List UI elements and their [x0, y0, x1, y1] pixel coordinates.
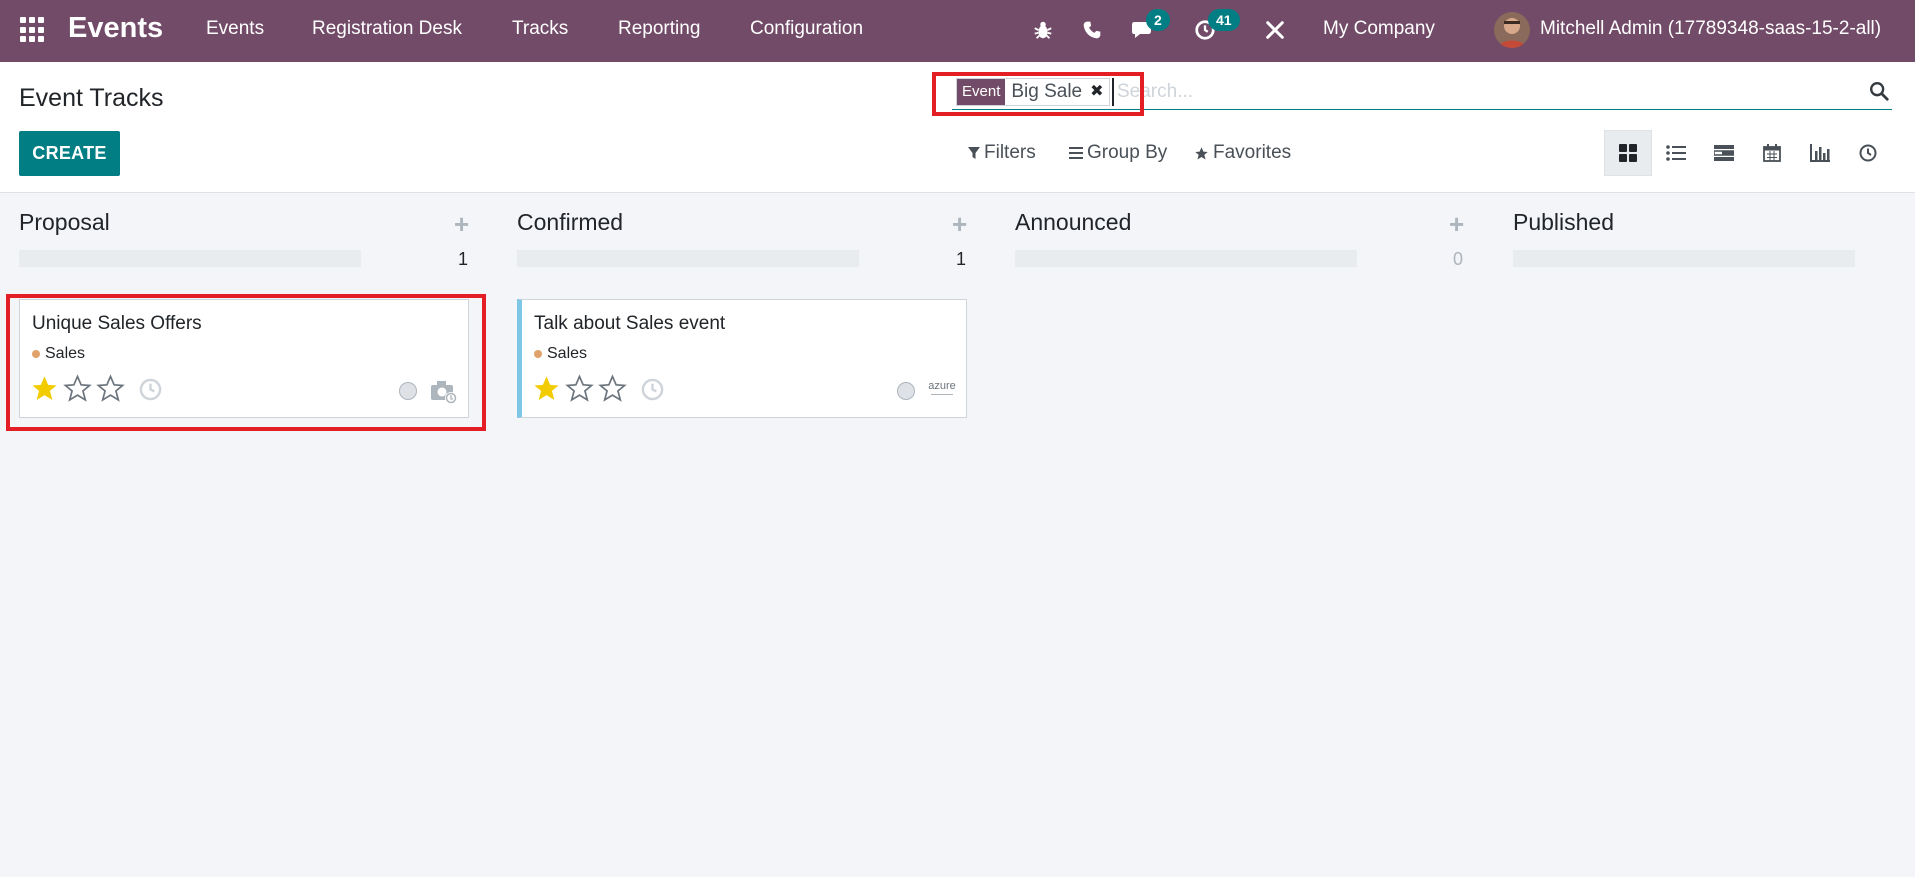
group-by-label: Group By	[1087, 142, 1168, 163]
kanban-state-icon[interactable]	[399, 382, 417, 400]
filter-icon	[968, 147, 980, 159]
graph-view-icon[interactable]	[1796, 130, 1844, 176]
card-tag: Sales	[32, 345, 85, 363]
create-button[interactable]: CREATE	[19, 131, 120, 176]
list-view-icon[interactable]	[1652, 130, 1700, 176]
facet-remove-icon[interactable]: ✖	[1088, 79, 1109, 105]
priority-star-empty-icon[interactable]	[598, 374, 627, 403]
search-bar: Event Big Sale ✖	[952, 76, 1892, 110]
facet-value: Big Sale	[1005, 79, 1089, 105]
camera-icon	[431, 381, 457, 404]
star-icon	[1195, 146, 1208, 159]
tools-icon[interactable]	[1261, 16, 1289, 44]
card-title: Talk about Sales event	[534, 313, 726, 334]
tag-color-dot	[534, 350, 542, 358]
kanban-column-confirmed: Confirmed + 1 Talk about Sales event Sal…	[498, 193, 967, 877]
kanban-board: Proposal + 1 Unique Sales Offers Sales C…	[0, 193, 1915, 877]
menu-events[interactable]: Events	[206, 18, 264, 40]
kanban-view-icon[interactable]	[1604, 130, 1652, 176]
filters-label: Filters	[984, 142, 1036, 163]
column-progress-bar[interactable]	[517, 250, 859, 267]
priority-star-empty-icon[interactable]	[63, 374, 92, 403]
menu-tracks[interactable]: Tracks	[512, 18, 568, 40]
facet-label: Event	[957, 79, 1006, 105]
priority-star-filled-icon[interactable]	[532, 374, 561, 403]
azure-logo: azure	[927, 380, 957, 400]
column-quick-create-icon[interactable]: +	[1449, 211, 1464, 237]
app-name[interactable]: Events	[68, 12, 163, 45]
search-input[interactable]	[1112, 78, 1812, 106]
group-by-button[interactable]: Group By	[1069, 142, 1167, 164]
card-tag-label: Sales	[45, 345, 86, 362]
column-progress-bar[interactable]	[1513, 250, 1855, 267]
view-switcher	[1604, 130, 1892, 176]
activity-clock-icon[interactable]	[641, 378, 664, 401]
column-progress-bar[interactable]	[1015, 250, 1357, 267]
menu-configuration[interactable]: Configuration	[750, 18, 863, 40]
messages-icon[interactable]: 2	[1129, 9, 1170, 44]
column-title: Confirmed	[517, 209, 624, 235]
company-switcher[interactable]: My Company	[1323, 18, 1435, 40]
group-by-icon	[1069, 147, 1083, 159]
kanban-column-published: Published	[1494, 193, 1915, 877]
control-panel: Event Tracks CREATE Event Big Sale ✖ Fil…	[0, 62, 1915, 193]
column-progress-bar[interactable]	[19, 250, 361, 267]
kanban-state-icon[interactable]	[897, 382, 915, 400]
column-title: Proposal	[19, 209, 110, 235]
column-count: 1	[955, 249, 966, 269]
card-title: Unique Sales Offers	[32, 313, 202, 334]
priority-stars	[532, 374, 627, 403]
column-count: 1	[457, 249, 468, 269]
activity-clock-icon[interactable]	[139, 378, 162, 401]
priority-star-empty-icon[interactable]	[565, 374, 594, 403]
column-title: Announced	[1015, 209, 1132, 235]
favorites-button[interactable]: Favorites	[1194, 142, 1291, 164]
card-tag: Sales	[534, 345, 587, 363]
search-facet: Event Big Sale ✖	[956, 78, 1110, 106]
favorites-label: Favorites	[1213, 142, 1292, 163]
column-quick-create-icon[interactable]: +	[952, 211, 967, 237]
calendar-view-icon[interactable]	[1748, 130, 1796, 176]
gantt-view-icon[interactable]	[1700, 130, 1748, 176]
top-navbar: Events Events Registration Desk Tracks R…	[0, 0, 1915, 62]
kanban-column-proposal: Proposal + 1 Unique Sales Offers Sales	[0, 193, 486, 877]
menu-reporting[interactable]: Reporting	[618, 18, 700, 40]
phone-icon[interactable]	[1078, 16, 1106, 44]
search-icon[interactable]	[1868, 80, 1892, 104]
debug-bug-icon[interactable]	[1029, 16, 1057, 44]
column-count: 0	[1452, 249, 1463, 269]
column-quick-create-icon[interactable]: +	[454, 211, 469, 237]
user-menu[interactable]: Mitchell Admin (17789348-saas-15-2-all)	[1540, 18, 1881, 40]
kanban-card[interactable]: Talk about Sales event Sales azure	[517, 299, 967, 418]
activities-clock-icon[interactable]: 41	[1191, 9, 1240, 44]
menu-registration-desk[interactable]: Registration Desk	[312, 18, 462, 40]
breadcrumb-title: Event Tracks	[19, 84, 164, 112]
card-tag-label: Sales	[547, 345, 588, 362]
priority-stars	[30, 374, 125, 403]
priority-star-empty-icon[interactable]	[96, 374, 125, 403]
user-avatar[interactable]	[1494, 12, 1530, 48]
filters-button[interactable]: Filters	[968, 142, 1036, 164]
messages-badge: 2	[1146, 9, 1170, 31]
kanban-column-announced: Announced + 0	[996, 193, 1464, 877]
apps-menu-icon[interactable]	[20, 17, 46, 43]
column-title: Published	[1513, 209, 1615, 235]
priority-star-filled-icon[interactable]	[30, 374, 59, 403]
activities-badge: 41	[1208, 9, 1240, 31]
tag-color-dot	[32, 350, 40, 358]
activity-view-icon[interactable]	[1844, 130, 1892, 176]
kanban-card[interactable]: Unique Sales Offers Sales	[19, 299, 469, 418]
